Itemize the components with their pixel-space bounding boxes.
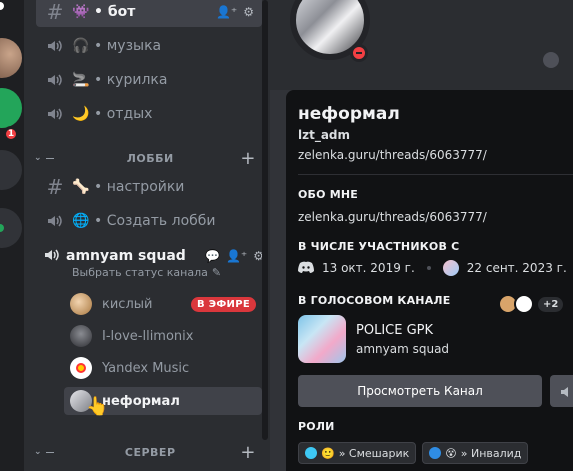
add-channel-icon[interactable]: +	[240, 148, 256, 169]
activity-title: POLICE GPK	[356, 322, 434, 338]
status-bubble-icon	[543, 52, 559, 68]
add-member-icon[interactable]: 👤⁺	[216, 5, 237, 19]
channel-status-button[interactable]: Выбрать статус канала ✎	[72, 266, 221, 279]
server-icon	[442, 260, 459, 276]
channel-emoji: 🌐	[72, 213, 90, 229]
profile-panel: неформал lzt_adm zelenka.guru/threads/60…	[270, 0, 573, 471]
role-chip[interactable]: 🙂 » Смешарик	[298, 442, 417, 464]
pencil-icon: ✎	[211, 266, 222, 279]
add-member-icon[interactable]: 👤⁺	[226, 249, 247, 263]
hand-cursor-icon: 👆	[86, 396, 109, 417]
discord-since: 13 окт. 2019 г.	[322, 261, 415, 275]
member-since-row: 13 окт. 2019 г. 22 сент. 2023 г.	[298, 260, 567, 276]
speaker-icon	[44, 247, 60, 266]
text-channel-icon: #	[46, 175, 64, 199]
more-count: +2	[538, 296, 564, 312]
dnd-status-icon	[350, 44, 368, 62]
channel-emoji: 🚬	[72, 72, 90, 88]
speaker-icon	[44, 213, 66, 229]
activity-subtitle: amnyam squad	[356, 341, 450, 356]
voice-channel-amnyam[interactable]: amnyam squad 💬 👤⁺ ⚙	[44, 245, 264, 267]
voice-user-name: неформал	[102, 393, 180, 409]
voice-activity-card[interactable]: POLICE GPK amnyam squad	[298, 315, 449, 363]
voice-title: В ГОЛОСОВОМ КАНАЛЕ	[298, 294, 451, 307]
member-since-title: В ЧИСЛЕ УЧАСТНИКОВ С	[298, 240, 460, 253]
channel-sidebar: # 👾 • бот 👤⁺ ⚙ 🎧 • музыка 🚬 • курилка 🌙 …	[24, 0, 270, 471]
text-channel-icon: #	[46, 0, 64, 24]
channel-name: курилка	[106, 72, 168, 88]
about-text[interactable]: zelenka.guru/threads/6063777/	[298, 210, 487, 224]
channel-name: Создать лобби	[106, 213, 216, 229]
channel-name: отдых	[106, 106, 153, 122]
mention-badge: 1	[3, 126, 19, 142]
username: lzt_adm	[298, 128, 351, 142]
role-color-dot	[429, 447, 442, 459]
server-rail: 1	[0, 0, 24, 471]
channel-rest[interactable]: 🌙 • отдых	[36, 99, 262, 129]
channel-create-lobby[interactable]: 🌐 • Создать лобби	[36, 206, 262, 236]
gear-icon[interactable]: ⚙	[243, 5, 254, 19]
view-channel-button[interactable]: Просмотреть Канал	[298, 375, 542, 407]
role-color-dot	[305, 447, 317, 459]
channel-music[interactable]: 🎧 • музыка	[36, 31, 262, 61]
live-badge: В ЭФИРЕ	[191, 296, 256, 312]
channel-emoji: 👾	[72, 4, 90, 20]
discord-logo-icon	[298, 261, 314, 276]
avatar	[70, 293, 92, 315]
profile-card: неформал lzt_adm zelenka.guru/threads/60…	[286, 90, 573, 471]
voice-user-name: кислый	[102, 296, 153, 312]
voice-participants[interactable]: +2	[498, 294, 564, 314]
avatar	[70, 325, 92, 347]
server-icon-3[interactable]	[0, 150, 22, 190]
chat-icon[interactable]: 💬	[205, 249, 220, 263]
channel-name: настройки	[106, 179, 185, 195]
channel-emoji: 🦴	[72, 179, 90, 195]
voice-channel-name: amnyam squad	[66, 248, 186, 264]
speaker-icon	[44, 38, 66, 54]
voice-user-name: Yandex Music	[102, 360, 190, 376]
role-name: » Инвалид	[460, 446, 522, 460]
server-icon-1[interactable]	[0, 38, 22, 78]
channel-emoji: 🌙	[72, 106, 90, 122]
sidebar-scrollbar[interactable]	[262, 0, 268, 440]
speaker-icon	[560, 384, 573, 403]
chevron-down-icon: ⌄	[34, 153, 43, 163]
channel-bot[interactable]: # 👾 • бот 👤⁺ ⚙	[36, 0, 262, 27]
category-lobby[interactable]: ⌄ ЛОББИ +	[34, 148, 260, 169]
role-emoji: 😵	[445, 446, 457, 460]
channel-name: музыка	[106, 38, 162, 54]
add-channel-icon[interactable]: +	[240, 442, 256, 463]
avatar	[70, 357, 92, 379]
status-placeholder: Выбрать статус канала	[72, 266, 208, 279]
display-name: неформал	[298, 104, 400, 124]
activity-image	[298, 315, 346, 363]
category-label: ЛОББИ	[126, 151, 174, 165]
volume-button[interactable]	[550, 375, 573, 407]
category-server[interactable]: ⌄ СЕРВЕР +	[34, 442, 260, 463]
roles-list: 🙂 » Смешарик 😵 » Инвалид	[298, 442, 529, 464]
role-emoji: 🙂	[321, 446, 335, 460]
voice-user-yandex-music[interactable]: Yandex Music	[64, 354, 262, 382]
category-label: СЕРВЕР	[124, 445, 176, 459]
role-name: » Смешарик	[338, 446, 410, 460]
channel-settings[interactable]: # 🦴 • настройки	[36, 172, 262, 202]
channel-emoji: 🎧	[72, 38, 90, 54]
speaker-icon	[44, 72, 66, 88]
role-chip[interactable]: 😵 » Инвалид	[422, 442, 529, 464]
voice-user-kisly[interactable]: кислый В ЭФИРЕ	[64, 290, 262, 318]
channel-smoke[interactable]: 🚬 • курилка	[36, 65, 262, 95]
server-selected-pill	[0, 2, 4, 10]
speaker-icon	[44, 106, 66, 122]
chevron-down-icon: ⌄	[34, 447, 43, 457]
avatar	[514, 294, 534, 314]
channel-name: бот	[107, 4, 136, 20]
server-since: 22 сент. 2023 г.	[466, 261, 567, 275]
profile-link[interactable]: zelenka.guru/threads/6063777/	[298, 148, 487, 162]
server-icon-2[interactable]	[0, 88, 22, 128]
roles-title: РОЛИ	[298, 420, 335, 433]
voice-user-name: I-love-llimonix	[102, 328, 194, 344]
voice-user-llimonix[interactable]: I-love-llimonix	[64, 322, 262, 350]
about-title: ОБО МНЕ	[298, 188, 358, 201]
